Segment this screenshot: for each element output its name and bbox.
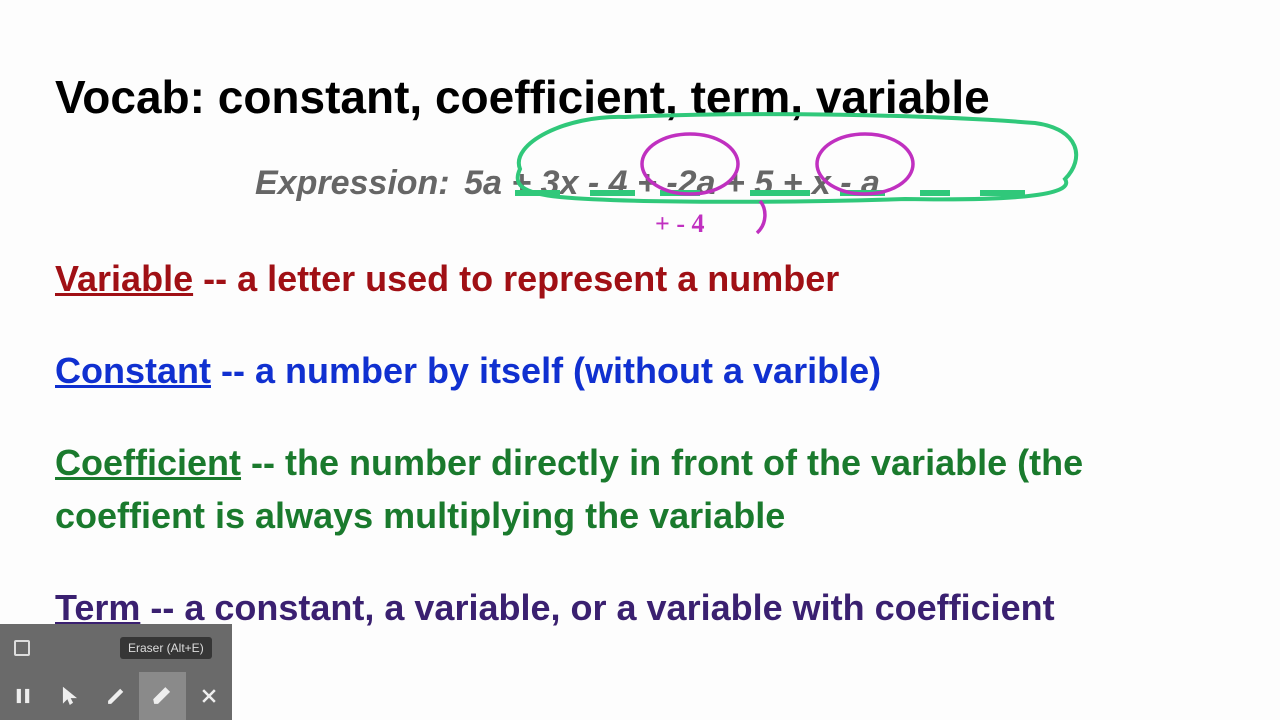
def-coefficient: Coefficient -- the number directly in fr… (55, 437, 1225, 541)
def-variable: Variable -- a letter used to represent a… (55, 253, 1225, 305)
text-term: -- a constant, a variable, or a variable… (140, 587, 1054, 628)
annotation-toolbar: Eraser (Alt+E) (0, 624, 232, 720)
keyword-coefficient: Coefficient (55, 442, 241, 483)
text-constant: -- a number by itself (without a varible… (211, 350, 881, 391)
expression-label: Expression: (255, 164, 450, 202)
pause-button[interactable] (0, 672, 46, 720)
text-variable: -- a letter used to represent a number (193, 258, 839, 299)
cursor-button[interactable] (46, 672, 92, 720)
close-button[interactable] (186, 672, 232, 720)
keyword-constant: Constant (55, 350, 211, 391)
keyword-variable: Variable (55, 258, 193, 299)
pen-button[interactable] (93, 672, 139, 720)
keyword-term: Term (55, 587, 140, 628)
expression-row: Expression: 5a + 3x - 4 + -2a + 5 + x - … (255, 164, 880, 203)
stop-button[interactable] (14, 640, 30, 656)
page-title: Vocab: constant, coefficient, term, vari… (55, 70, 1225, 124)
handwriting-note: + - 4 (655, 209, 704, 239)
eraser-button[interactable] (139, 672, 185, 720)
eraser-tooltip: Eraser (Alt+E) (120, 637, 212, 659)
def-constant: Constant -- a number by itself (without … (55, 345, 1225, 397)
slide-content: Vocab: constant, coefficient, term, vari… (0, 0, 1280, 634)
toolbar-bottom-row (0, 672, 232, 720)
expression-body: 5a + 3x - 4 + -2a + 5 + x - a (464, 164, 880, 202)
toolbar-top-row: Eraser (Alt+E) (0, 624, 232, 672)
